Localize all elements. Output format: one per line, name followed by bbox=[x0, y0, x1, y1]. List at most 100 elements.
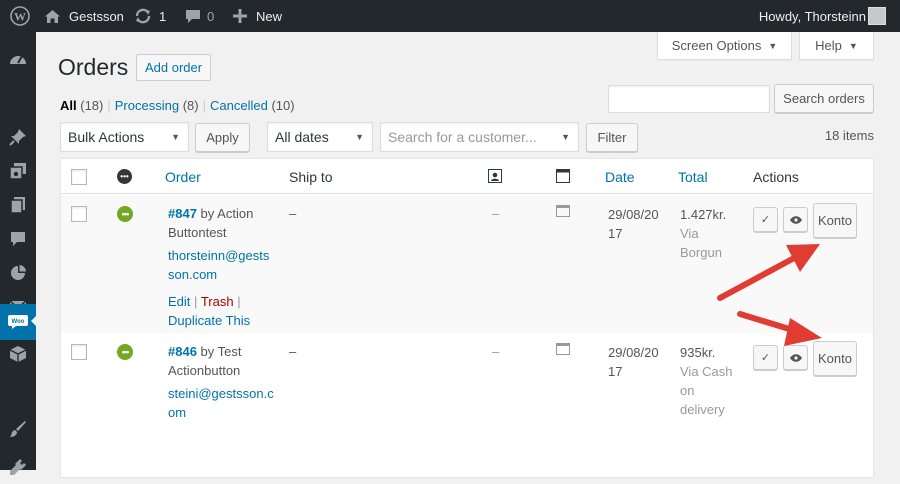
media-icon[interactable] bbox=[0, 154, 36, 188]
ship-to-value: – bbox=[289, 206, 297, 221]
wordpress-logo-icon[interactable]: W bbox=[10, 0, 30, 32]
konto-button[interactable]: Konto bbox=[813, 341, 857, 376]
chart-pie-icon[interactable] bbox=[0, 256, 36, 290]
page-title: Orders bbox=[58, 54, 129, 80]
apply-button[interactable]: Apply bbox=[195, 123, 250, 152]
order-email-link[interactable]: steini@gestsson.c om bbox=[168, 384, 278, 422]
bulk-actions-value: Bulk Actions bbox=[68, 129, 145, 145]
order-date: 29/08/20 17 bbox=[608, 207, 659, 241]
ship-to-value: – bbox=[289, 344, 297, 359]
view-cancelled[interactable]: Cancelled (10) bbox=[210, 98, 295, 113]
column-order[interactable]: Order bbox=[165, 169, 201, 185]
processing-status-icon: ••• bbox=[117, 206, 133, 222]
date-filter-select[interactable]: All dates ▼ bbox=[267, 122, 373, 152]
svg-text:Woo: Woo bbox=[12, 319, 25, 325]
filter-button[interactable]: Filter bbox=[586, 123, 638, 152]
woocommerce-icon[interactable]: Woo bbox=[0, 304, 37, 340]
comments-icon[interactable] bbox=[0, 222, 36, 256]
order-total: 1.427kr. Via Borgun bbox=[680, 207, 727, 260]
help-button[interactable]: Help ▼ bbox=[799, 32, 874, 60]
complete-order-button[interactable]: ✓ bbox=[753, 345, 778, 370]
new-label: New bbox=[256, 8, 283, 24]
new-content-link[interactable]: New bbox=[233, 0, 282, 32]
customer-search-select[interactable]: Search for a customer... ▼ bbox=[380, 122, 579, 152]
comment-bubble-icon bbox=[185, 8, 201, 24]
site-name: Gestsson bbox=[69, 8, 124, 24]
view-order-button[interactable] bbox=[783, 207, 808, 232]
updates-icon bbox=[134, 7, 152, 25]
bulk-actions-select[interactable]: Bulk Actions ▼ bbox=[60, 122, 189, 152]
select-all-checkbox[interactable] bbox=[71, 169, 87, 185]
column-date[interactable]: Date bbox=[605, 169, 635, 185]
account-menu[interactable]: Howdy, Thorsteinn bbox=[759, 0, 866, 32]
order-notes-column-icon bbox=[556, 169, 570, 186]
row-actions: Edit | Trash | Duplicate This bbox=[168, 294, 251, 328]
trash-link[interactable]: Trash bbox=[201, 294, 234, 309]
home-icon bbox=[44, 9, 61, 24]
customer-message-column-icon bbox=[488, 169, 502, 186]
complete-order-button[interactable]: ✓ bbox=[753, 207, 778, 232]
row-checkbox[interactable] bbox=[71, 344, 87, 360]
table-row: ••• #847 by Action Buttontest thorsteinn… bbox=[61, 195, 873, 333]
view-all[interactable]: All (18) bbox=[60, 98, 103, 113]
screen-options-button[interactable]: Screen Options ▼ bbox=[657, 32, 792, 60]
status-views: All (18) | Processing (8) | Cancelled (10) bbox=[60, 98, 295, 113]
updates-count: 1 bbox=[159, 8, 167, 24]
svg-text:W: W bbox=[14, 10, 26, 24]
column-total[interactable]: Total bbox=[678, 169, 708, 185]
status-column-icon[interactable]: ••• bbox=[117, 169, 132, 184]
date-filter-value: All dates bbox=[275, 129, 329, 145]
table-header: ••• Order Ship to Date Total Actions bbox=[61, 159, 873, 194]
site-name-link[interactable]: Gestsson bbox=[44, 0, 124, 32]
column-ship-to: Ship to bbox=[289, 169, 333, 185]
view-processing[interactable]: Processing (8) bbox=[115, 98, 199, 113]
konto-button[interactable]: Konto bbox=[813, 203, 857, 238]
column-actions: Actions bbox=[753, 169, 799, 185]
search-orders-input[interactable] bbox=[608, 85, 770, 113]
help-label: Help bbox=[815, 38, 842, 53]
pin-icon[interactable] bbox=[0, 120, 36, 154]
pages-icon[interactable] bbox=[0, 188, 36, 222]
order-notes-icon bbox=[556, 343, 570, 358]
caret-down-icon: ▼ bbox=[768, 40, 778, 51]
checkmark-icon: ✓ bbox=[760, 352, 771, 364]
caret-down-icon: ▼ bbox=[171, 132, 180, 142]
order-date: 29/08/20 17 bbox=[608, 345, 659, 379]
order-customer: by Test bbox=[200, 344, 242, 359]
caret-down-icon: ▼ bbox=[848, 40, 858, 51]
appearance-brush-icon[interactable] bbox=[0, 412, 36, 446]
items-count: 18 items bbox=[824, 128, 874, 143]
order-number-link[interactable]: #847 bbox=[168, 206, 197, 221]
eye-icon bbox=[789, 353, 802, 362]
order-customer-line2: Actionbutton bbox=[168, 363, 241, 378]
updates-link[interactable]: 1 bbox=[134, 0, 166, 32]
caret-down-icon: ▼ bbox=[561, 132, 570, 142]
table-row: ••• #846 by Test Actionbutton steini@ges… bbox=[61, 333, 873, 479]
comments-count: 0 bbox=[207, 8, 215, 24]
view-order-button[interactable] bbox=[783, 345, 808, 370]
order-email-link[interactable]: thorsteinn@gests son.com bbox=[168, 246, 278, 284]
duplicate-link[interactable]: Duplicate This bbox=[168, 313, 250, 328]
admin-bar: W Gestsson 1 0 New Howdy, Thorsteinn bbox=[0, 0, 900, 32]
edit-link[interactable]: Edit bbox=[168, 294, 190, 309]
orders-table: ••• Order Ship to Date Total Actions •••… bbox=[60, 158, 874, 478]
plugins-icon[interactable] bbox=[0, 450, 36, 484]
order-total: 935kr. Via Cash on delivery bbox=[680, 345, 733, 417]
order-number-link[interactable]: #846 bbox=[168, 344, 197, 359]
comments-link[interactable]: 0 bbox=[185, 0, 214, 32]
eye-icon bbox=[789, 215, 802, 224]
admin-menu: Woo bbox=[0, 32, 37, 475]
customer-search-placeholder: Search for a customer... bbox=[388, 129, 537, 145]
order-cell: #846 by Test Actionbutton steini@gestsso… bbox=[168, 342, 278, 422]
row-checkbox[interactable] bbox=[71, 206, 87, 222]
avatar[interactable] bbox=[868, 7, 886, 25]
scrollbar[interactable] bbox=[893, 32, 900, 470]
products-box-icon[interactable] bbox=[0, 337, 36, 371]
add-order-button[interactable]: Add order bbox=[136, 54, 212, 81]
customer-message-value: – bbox=[492, 344, 500, 359]
plus-icon bbox=[233, 9, 247, 23]
search-orders-button[interactable]: Search orders bbox=[774, 84, 874, 113]
dashboard-icon[interactable] bbox=[0, 43, 36, 77]
order-customer-line2: Buttontest bbox=[168, 225, 227, 240]
order-cell: #847 by Action Buttontest thorsteinn@ges… bbox=[168, 204, 278, 330]
